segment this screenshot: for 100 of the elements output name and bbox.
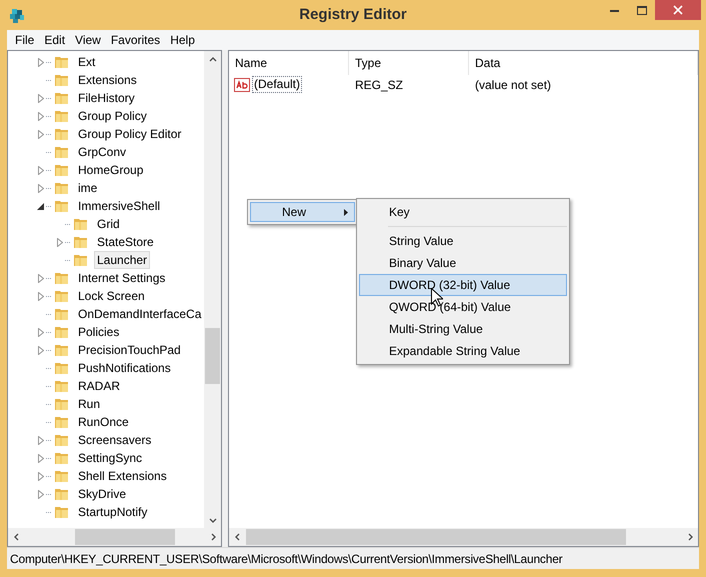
folder-icon [54, 288, 70, 304]
vertical-scrollbar[interactable] [204, 51, 221, 528]
scroll-up-icon[interactable] [208, 56, 216, 64]
folder-icon [54, 90, 70, 106]
menu-item[interactable]: QWORD (64-bit) Value [359, 296, 567, 318]
tree-item[interactable]: Run [75, 395, 104, 413]
status-bar-path: Computer\HKEY_CURRENT_USER\Software\Microsoft\Windows\CurrentVersion\ImmersiveShell\Launcher [10, 550, 562, 568]
menu-item[interactable]: Expandable String Value [359, 340, 567, 362]
registry-cubes-icon [8, 6, 26, 24]
folder-icon [54, 378, 70, 394]
table-cell[interactable]: (Default) [252, 76, 302, 93]
window-title: Registry Editor [299, 4, 407, 25]
scrollbar-thumb[interactable] [75, 529, 175, 545]
expand-arrow-icon[interactable] [38, 328, 44, 336]
tree-item[interactable]: OnDemandInterfaceCa [75, 305, 204, 323]
folder-icon [54, 396, 70, 412]
column-header[interactable]: Type [349, 51, 469, 75]
tree-item[interactable]: Grid [94, 215, 123, 233]
expand-arrow-icon[interactable] [38, 58, 44, 66]
menu-item[interactable]: New [250, 202, 355, 222]
expand-arrow-icon[interactable] [57, 238, 63, 246]
menu-item[interactable]: Edit [39, 31, 70, 49]
tree-item[interactable]: RADAR [75, 377, 124, 395]
tree-item[interactable]: RunOnce [75, 413, 132, 431]
scroll-left-icon[interactable] [12, 533, 20, 541]
expand-arrow-icon[interactable] [38, 166, 44, 174]
scroll-down-icon[interactable] [208, 516, 216, 524]
folder-icon [54, 54, 70, 70]
tree-item[interactable]: Internet Settings [75, 269, 168, 287]
tree-item[interactable]: StateStore [94, 233, 157, 251]
menu-item[interactable]: View [70, 31, 106, 49]
tree-item[interactable]: ime [75, 179, 100, 197]
menu-item[interactable]: Binary Value [359, 252, 567, 274]
menu-item[interactable]: String Value [359, 230, 567, 252]
tree-item[interactable]: Group Policy [75, 107, 150, 125]
maximize-icon [636, 6, 646, 14]
folder-icon [54, 360, 70, 376]
expand-arrow-icon[interactable] [38, 184, 44, 192]
tree-item[interactable]: Shell Extensions [75, 467, 170, 485]
folder-icon [54, 324, 70, 340]
tree-item[interactable]: Screensavers [75, 431, 154, 449]
tree-item[interactable]: Launcher [94, 251, 150, 269]
table-cell-text: (value not set) [474, 76, 552, 94]
scrollbar-thumb[interactable] [205, 328, 220, 384]
folder-icon [54, 180, 70, 196]
tree-item[interactable]: SettingSync [75, 449, 146, 467]
tree-item[interactable]: Ext [75, 53, 98, 71]
close-button[interactable] [655, 0, 701, 20]
folder-icon [54, 72, 70, 88]
string-value-icon [234, 78, 250, 92]
horizontal-scrollbar[interactable] [8, 528, 221, 546]
tree-item[interactable]: Group Policy Editor [75, 125, 184, 143]
scrollbar-thumb[interactable] [246, 529, 626, 545]
folder-icon [54, 198, 70, 214]
expand-arrow-icon[interactable] [38, 130, 44, 138]
expand-arrow-icon[interactable] [38, 346, 44, 354]
folder-icon [73, 252, 89, 268]
tree-item[interactable]: HomeGroup [75, 161, 146, 179]
folder-icon [54, 432, 70, 448]
minimize-icon [610, 8, 619, 12]
scroll-left-icon[interactable] [234, 533, 242, 541]
tree-item[interactable]: ImmersiveShell [75, 197, 164, 215]
tree-item[interactable]: StartupNotify [75, 503, 150, 521]
column-header[interactable]: Data [469, 51, 698, 75]
scroll-right-icon[interactable] [208, 533, 216, 541]
folder-icon [54, 504, 70, 520]
menu-item[interactable]: DWORD (32-bit) Value [359, 274, 567, 296]
expand-arrow-icon[interactable] [38, 112, 44, 120]
collapse-arrow-icon[interactable] [37, 202, 44, 210]
horizontal-scrollbar[interactable] [229, 528, 698, 546]
table-cell-text: REG_SZ [354, 76, 404, 94]
menu-item[interactable]: File [10, 31, 40, 49]
folder-icon [54, 306, 70, 322]
folder-icon [54, 414, 70, 430]
submenu-arrow-icon [344, 208, 348, 216]
tree-item[interactable]: GrpConv [75, 143, 130, 161]
folder-icon [54, 270, 70, 286]
menu-item[interactable]: Key [359, 201, 567, 223]
expand-arrow-icon[interactable] [38, 490, 44, 498]
tree-item[interactable]: FileHistory [75, 89, 138, 107]
tree-item[interactable]: PrecisionTouchPad [75, 341, 184, 359]
tree-item[interactable]: PushNotifications [75, 359, 174, 377]
expand-arrow-icon[interactable] [38, 94, 44, 102]
expand-arrow-icon[interactable] [38, 472, 44, 480]
folder-icon [54, 450, 70, 466]
expand-arrow-icon[interactable] [38, 274, 44, 282]
folder-icon [54, 486, 70, 502]
folder-icon [54, 144, 70, 160]
tree-item[interactable]: Extensions [75, 71, 140, 89]
expand-arrow-icon[interactable] [38, 454, 44, 462]
expand-arrow-icon[interactable] [38, 292, 44, 300]
tree-item[interactable]: Policies [75, 323, 122, 341]
tree-item[interactable]: SkyDrive [75, 485, 130, 503]
tree-item[interactable]: Lock Screen [75, 287, 148, 305]
menu-item[interactable]: Favorites [106, 31, 166, 49]
menu-item[interactable]: Help [165, 31, 200, 49]
expand-arrow-icon[interactable] [38, 436, 44, 444]
menu-item[interactable]: Multi-String Value [359, 318, 567, 340]
scroll-right-icon[interactable] [686, 533, 694, 541]
column-header[interactable]: Name [229, 51, 349, 75]
